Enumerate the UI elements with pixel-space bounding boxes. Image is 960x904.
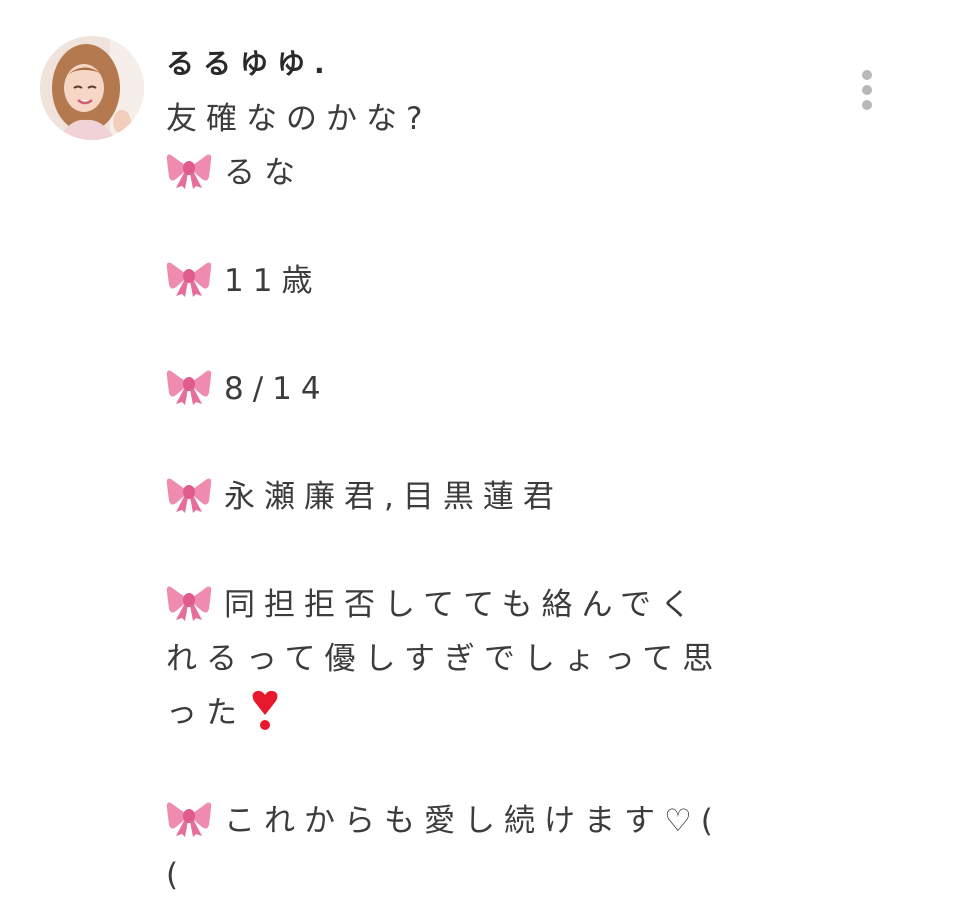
list-item-text: 8/14 [224, 371, 330, 407]
list-item-text: 同担拒否してても絡んでく [224, 587, 700, 623]
list-item: 同担拒否してても絡んでく [166, 578, 806, 632]
more-vertical-icon[interactable] [852, 64, 882, 116]
list-item-continuation: った [166, 686, 806, 740]
ribbon-icon [166, 262, 212, 297]
ribbon-icon [166, 802, 212, 837]
avatar[interactable] [40, 36, 144, 140]
ribbon-icon [166, 478, 212, 513]
post-body: 友確なのかな? るな 11歳 8/14 永瀬廉君,目黒蓮君 同担拒否してても絡ん… [166, 92, 806, 902]
list-item: るな [166, 146, 806, 200]
list-item-text: これからも愛し続けます♡( [224, 803, 722, 839]
ribbon-icon [166, 154, 212, 189]
list-item-continuation: ( [166, 857, 188, 893]
more-dot [862, 100, 872, 110]
list-item-text: った [166, 695, 246, 731]
avatar-image [40, 36, 144, 140]
list-item: これからも愛し続けます♡( [166, 794, 806, 848]
post-card: るるゆゆ. 友確なのかな? るな 11歳 8/14 永瀬廉君,目黒蓮君 同担拒否… [0, 0, 960, 904]
list-item-text: 11歳 [224, 263, 322, 299]
post-intro: 友確なのかな? [166, 101, 432, 137]
ribbon-icon [166, 370, 212, 405]
list-item: 8/14 [166, 362, 806, 416]
more-dot [862, 85, 872, 95]
list-item-text: るな [224, 155, 304, 191]
heavy-heart-exclamation-icon [252, 690, 278, 730]
list-item: 11歳 [166, 254, 806, 308]
more-dot [862, 70, 872, 80]
list-item-text: 永瀬廉君,目黒蓮君 [224, 479, 563, 515]
list-item-continuation: れるって優しすぎでしょって思 [166, 641, 723, 677]
ribbon-icon [166, 586, 212, 621]
username[interactable]: るるゆゆ. [166, 42, 334, 82]
list-item: 永瀬廉君,目黒蓮君 [166, 470, 806, 524]
